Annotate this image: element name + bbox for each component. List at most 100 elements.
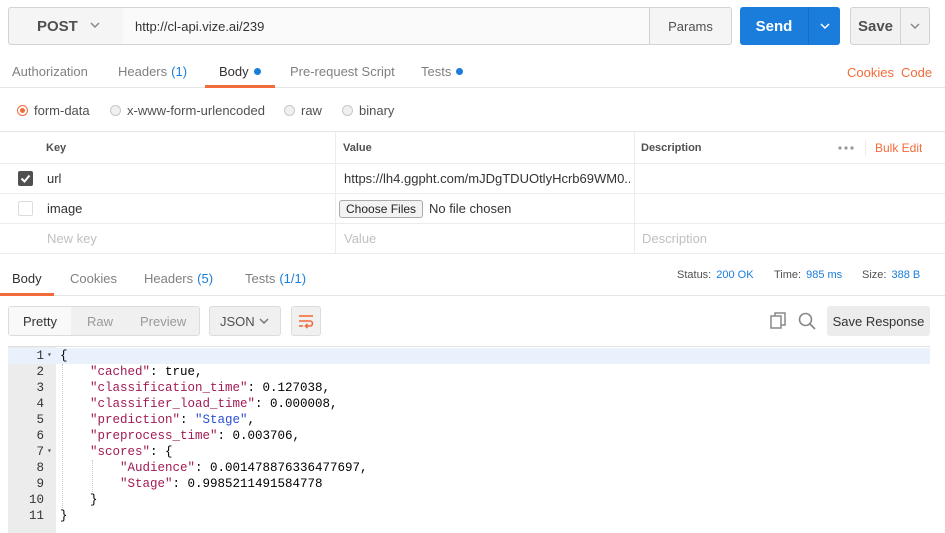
line-number: 3 [36, 381, 44, 395]
response-tab-cookies[interactable]: Cookies [70, 262, 117, 295]
method-label: POST [37, 17, 78, 35]
response-body-viewer[interactable]: 1 ▾{2 "cached": true, 3 "classification_time… [8, 346, 930, 533]
size-value: 388 B [891, 269, 921, 281]
view-preview[interactable]: Preview [140, 307, 186, 335]
row-value[interactable]: https://lh4.ggpht.com/mJDgTDUOtlyHcrb69W… [344, 164, 630, 193]
response-tab-headers[interactable]: Headers (5) [144, 262, 213, 295]
json-key: "preprocess_time" [90, 429, 218, 443]
tests-count: (1/1) [279, 271, 307, 286]
send-button[interactable]: Send [740, 7, 840, 45]
row-value: Choose Files No file chosen [339, 194, 511, 223]
copy-icon[interactable] [768, 311, 788, 331]
format-select[interactable]: JSON [209, 306, 281, 336]
response-toolbar: Pretty Raw Preview JSON Save Response [0, 296, 945, 346]
size-label: Size: [862, 269, 887, 281]
tab-authorization[interactable]: Authorization [12, 56, 88, 87]
tab-label: Body [12, 271, 42, 286]
row-checkbox[interactable] [18, 201, 33, 216]
code-line: 7 ▾ "scores": { [8, 444, 930, 460]
body-type-selector: form-data x-www-form-urlencoded raw bina… [0, 88, 945, 132]
radio-binary[interactable]: binary [342, 101, 394, 119]
view-raw[interactable]: Raw [87, 307, 113, 335]
more-options-icon[interactable] [837, 145, 855, 151]
json-punctuation: : [180, 413, 196, 427]
radio-form-data[interactable]: form-data [17, 101, 90, 119]
method-select[interactable]: POST [8, 7, 124, 45]
tab-tests[interactable]: Tests [421, 56, 464, 87]
line-number: 7 [36, 445, 44, 459]
send-dropdown[interactable] [809, 7, 840, 45]
new-description-input[interactable]: Description [642, 224, 707, 253]
code-text: { [60, 348, 68, 364]
size-indicator: Size: 388 B [862, 262, 920, 288]
new-key-input[interactable]: New key [47, 224, 97, 253]
view-pretty[interactable]: Pretty [9, 307, 71, 335]
code-line: 9 "Stage": 0.9985211491584778 [8, 476, 930, 492]
code-text: "prediction": "Stage", [90, 412, 255, 428]
tab-headers[interactable]: Headers (1) [118, 56, 187, 87]
code-text: "classification_time": 0.127038, [90, 380, 330, 396]
url-input[interactable]: http://cl-api.vize.ai/239 [123, 7, 650, 45]
choose-files-button[interactable]: Choose Files [339, 199, 424, 218]
save-response-button[interactable]: Save Response [827, 306, 930, 336]
column-divider [335, 164, 336, 193]
tab-pre-request-script[interactable]: Pre-request Script [290, 56, 395, 87]
row-key[interactable]: url [47, 164, 61, 193]
column-description: Description [641, 141, 702, 154]
column-divider [335, 194, 336, 223]
code-line: 2 "cached": true, [8, 364, 930, 380]
tests-indicator-dot [456, 68, 464, 75]
time-label: Time: [774, 269, 802, 281]
tab-body[interactable]: Body [205, 56, 275, 88]
params-button[interactable]: Params [649, 7, 732, 45]
headers-count: (5) [197, 271, 214, 286]
column-divider [634, 224, 635, 253]
chevron-down-icon [819, 23, 830, 30]
row-checkbox[interactable] [18, 171, 33, 186]
tab-label: Headers [118, 64, 168, 79]
new-value-input[interactable]: Value [344, 224, 376, 253]
form-data-table: Key Value Description Bulk Edit url http… [0, 132, 945, 254]
row-key[interactable]: image [47, 194, 82, 223]
json-key: "Stage" [120, 477, 173, 491]
headers-count: (1) [171, 64, 188, 79]
line-number: 4 [36, 397, 44, 411]
search-icon[interactable] [797, 311, 817, 331]
cookies-link[interactable]: Cookies [847, 56, 894, 88]
line-number: 6 [36, 429, 44, 443]
fold-toggle-icon[interactable]: ▾ [47, 444, 52, 460]
code-line: 10} [8, 492, 930, 508]
json-punctuation: , [247, 413, 256, 427]
save-button[interactable]: Save [850, 7, 930, 45]
save-dropdown[interactable] [901, 8, 929, 44]
response-tab-body[interactable]: Body [0, 262, 54, 296]
radio-label: binary [359, 102, 395, 118]
table-row-new: New key Value Description [0, 224, 945, 254]
json-key: "Audience" [120, 461, 196, 475]
code-text: "Stage": 0.9985211491584778 [120, 476, 323, 492]
view-mode-selector: Pretty Raw Preview [8, 306, 200, 336]
chevron-down-icon [259, 318, 269, 325]
tab-label: Cookies [70, 271, 117, 286]
code-line: 5 "prediction": "Stage", [8, 412, 930, 428]
status-value: 200 OK [716, 269, 754, 281]
json-punctuation: } [90, 493, 98, 507]
code-line: 4 "classifier_load_time": 0.000008, [8, 396, 930, 412]
response-tab-tests[interactable]: Tests (1/1) [245, 262, 306, 295]
json-punctuation: : 0.003706, [217, 429, 301, 443]
line-number: 5 [36, 413, 44, 427]
json-punctuation: : 0.001478876336477697, [195, 461, 368, 475]
request-bar: POST http://cl-api.vize.ai/239 Params Se… [0, 0, 945, 56]
radio-raw[interactable]: raw [284, 101, 322, 119]
send-label: Send [755, 17, 793, 35]
checkmark-icon [20, 174, 31, 183]
code-text: "cached": true, [90, 364, 203, 380]
radio-x-www-form-urlencoded[interactable]: x-www-form-urlencoded [110, 101, 265, 119]
code-line: 3 "classification_time": 0.127038, [8, 380, 930, 396]
code-link[interactable]: Code [901, 56, 932, 88]
fold-toggle-icon[interactable]: ▾ [47, 348, 52, 364]
line-number: 8 [36, 461, 44, 475]
bulk-edit-link[interactable]: Bulk Edit [875, 132, 922, 163]
wrap-lines-button[interactable] [291, 306, 321, 336]
line-number: 1 [36, 349, 44, 363]
